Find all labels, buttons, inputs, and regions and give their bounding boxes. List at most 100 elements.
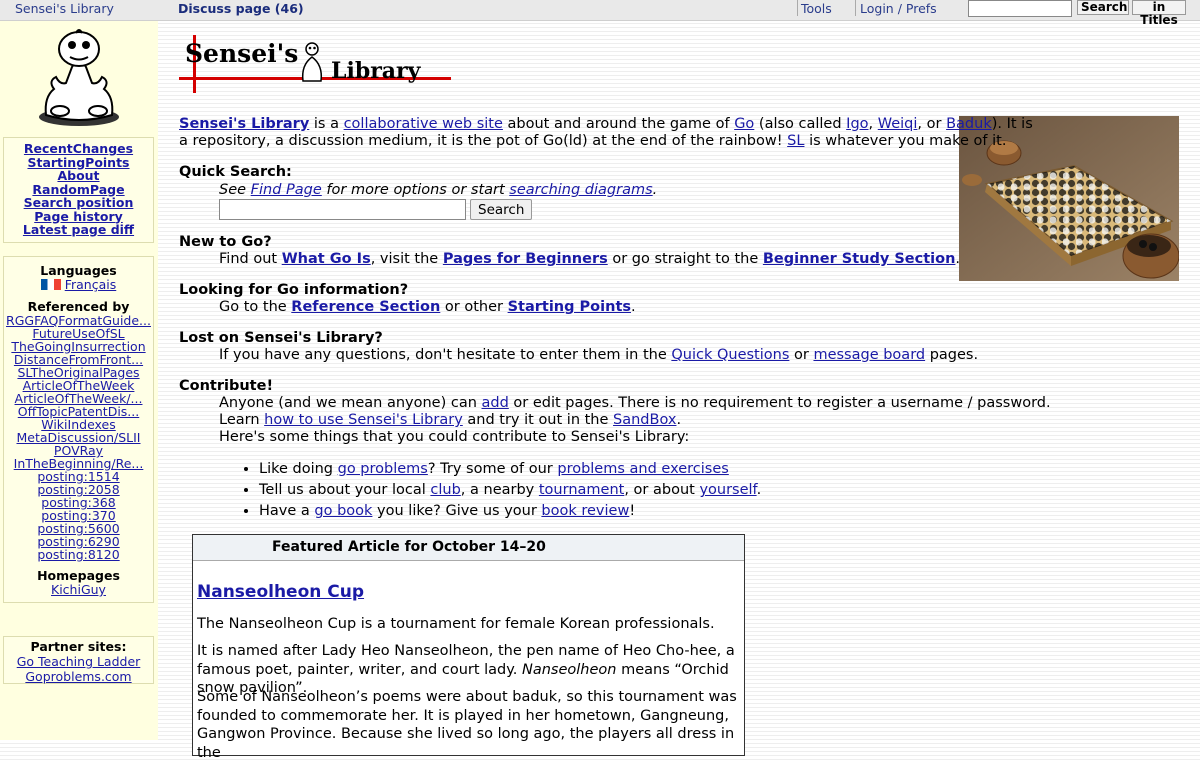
sensei-mascot-icon <box>39 29 119 126</box>
body-text: ? Try some of our <box>427 461 558 477</box>
intro-text: is whatever you make of it. <box>804 133 1007 149</box>
nav-box: RecentChanges StartingPoints About Rando… <box>3 137 154 243</box>
top-search-button[interactable]: Search <box>1077 0 1129 15</box>
find-page-link[interactable]: Find Page <box>251 182 322 198</box>
body-text: ! <box>629 503 636 519</box>
partner-heading: Partner sites: <box>30 639 127 654</box>
nav-latest-page-diff[interactable]: Latest page diff <box>4 223 153 237</box>
featured-paragraph: The Nanseolheon Cup is a tournament for … <box>197 616 715 632</box>
site-logo[interactable]: Sensei's Library <box>179 35 454 93</box>
intro-text: , or <box>917 116 947 132</box>
intro-link-igo[interactable]: Igo <box>846 116 868 132</box>
reference-section-link[interactable]: Reference Section <box>291 299 440 315</box>
tools-link[interactable]: Tools <box>801 1 832 17</box>
languages-heading: Languages <box>40 263 117 278</box>
looking-heading: Looking for Go information? <box>179 282 409 298</box>
searching-diagrams-link[interactable]: searching diagrams <box>509 182 652 198</box>
quick-questions-link[interactable]: Quick Questions <box>671 347 789 363</box>
partner-link[interactable]: Goproblems.com <box>4 669 153 684</box>
body-text: , or about <box>624 482 700 498</box>
in-titles-button[interactable]: in Titles <box>1132 0 1186 27</box>
contribute-list: Like doing go problems? Try some of our … <box>219 459 761 522</box>
looking-text: Go to the Reference Section or other Sta… <box>219 299 636 316</box>
contribute-line-2: Learn how to use Sensei's Library and tr… <box>219 412 681 429</box>
tournament-link[interactable]: tournament <box>539 482 624 498</box>
body-text: Like doing <box>259 461 338 477</box>
quick-search-heading: Quick Search: <box>179 164 292 180</box>
discuss-link[interactable]: Discuss page (46) <box>178 1 304 17</box>
language-link-francais[interactable]: Français <box>65 277 117 292</box>
body-text: , a nearby <box>460 482 539 498</box>
body-text: Nanseolheon <box>522 661 617 678</box>
body-text: you like? Give us your <box>372 503 542 519</box>
problems-exercises-link[interactable]: problems and exercises <box>557 461 728 477</box>
top-bar: Sensei's Library Discuss page (46) Tools… <box>0 0 1200 27</box>
go-book-link[interactable]: go book <box>314 503 372 519</box>
quick-search-hint: See Find Page for more options or start … <box>219 182 657 199</box>
body-text: Go to the <box>219 299 292 315</box>
info-box: Languages Français Referenced by RGGFAQF… <box>3 256 154 603</box>
body-text: or other <box>440 299 508 315</box>
body-text: Anyone (and we mean anyone) can <box>219 395 482 411</box>
login-link[interactable]: Login / Prefs <box>860 1 937 17</box>
intro-text: about and around the game of <box>502 116 735 132</box>
references-list: RGGFAQFormatGuide... FutureUseOfSL TheGo… <box>4 314 153 561</box>
hint-text: for more options or start <box>321 182 510 198</box>
add-link[interactable]: add <box>482 395 509 411</box>
pages-for-beginners-link[interactable]: Pages for Beginners <box>443 251 608 267</box>
site-home-link[interactable]: Sensei's Library <box>15 1 114 17</box>
message-board-link[interactable]: message board <box>813 347 925 363</box>
list-item: Have a go book you like? Give us your bo… <box>259 501 761 522</box>
intro-link-senseis-library[interactable]: Sensei's Library <box>179 116 309 132</box>
logo-text: Library <box>331 58 421 84</box>
body-text: . <box>631 299 636 315</box>
sandbox-link[interactable]: SandBox <box>613 412 676 428</box>
referenced-heading: Referenced by <box>27 299 130 314</box>
club-link[interactable]: club <box>430 482 460 498</box>
french-flag-icon <box>40 279 61 290</box>
contribute-heading: Contribute! <box>179 378 274 394</box>
homepage-link[interactable]: KichiGuy <box>4 583 153 597</box>
intro-line-1: Sensei's Library is a collaborative web … <box>179 116 1033 133</box>
logo-mascot-icon <box>301 42 323 82</box>
body-text: , visit the <box>370 251 443 267</box>
featured-title-link[interactable]: Nanseolheon Cup <box>197 582 364 602</box>
hint-text: . <box>652 182 658 198</box>
nav-page-history[interactable]: Page history <box>4 209 153 224</box>
body-text: or edit pages. There is no requirement t… <box>508 395 1051 411</box>
list-item: Like doing go problems? Try some of our … <box>259 459 761 480</box>
body-text: If you have any questions, don't hesitat… <box>219 347 672 363</box>
quick-search-button[interactable]: Search <box>470 199 533 220</box>
how-to-use-link[interactable]: how to use Sensei's Library <box>264 412 463 428</box>
go-problems-link[interactable]: go problems <box>338 461 428 477</box>
featured-article-box: Featured Article for October 14–20 Nanse… <box>192 534 745 761</box>
yourself-link[interactable]: yourself <box>699 482 756 498</box>
what-go-is-link[interactable]: What Go Is <box>282 251 371 267</box>
quick-search-input[interactable] <box>219 199 466 220</box>
featured-header: Featured Article for October 14–20 <box>193 535 744 561</box>
intro-link-weiqi[interactable]: Weiqi <box>878 116 918 132</box>
body-text: pages. <box>925 347 979 363</box>
top-search-input[interactable] <box>968 0 1072 17</box>
nav-search-position[interactable]: Search position <box>4 196 153 210</box>
beginner-study-section-link[interactable]: Beginner Study Section <box>763 251 956 267</box>
body-text: Tell us about your local <box>259 482 431 498</box>
nav-starting-points[interactable]: StartingPoints <box>4 155 153 170</box>
nav-about[interactable]: About <box>4 169 153 183</box>
nav-random-page[interactable]: RandomPage <box>4 182 153 197</box>
reference-link[interactable]: posting:8120 <box>4 548 153 561</box>
intro-link-collaborative[interactable]: collaborative web site <box>344 116 503 132</box>
body-text: Learn <box>219 412 265 428</box>
intro-link-sl[interactable]: SL <box>787 133 804 149</box>
body-text: . <box>756 482 762 498</box>
book-review-link[interactable]: book review <box>541 503 629 519</box>
intro-link-go[interactable]: Go <box>734 116 754 132</box>
body-text: . <box>955 251 961 267</box>
body-text: Have a <box>259 503 315 519</box>
starting-points-link[interactable]: Starting Points <box>508 299 631 315</box>
partner-link[interactable]: Go Teaching Ladder <box>4 654 153 669</box>
logo-text: Sensei's <box>185 39 299 68</box>
new-to-go-heading: New to Go? <box>179 234 272 250</box>
intro-link-baduk[interactable]: Baduk <box>946 116 992 132</box>
nav-recent-changes[interactable]: RecentChanges <box>4 142 153 156</box>
